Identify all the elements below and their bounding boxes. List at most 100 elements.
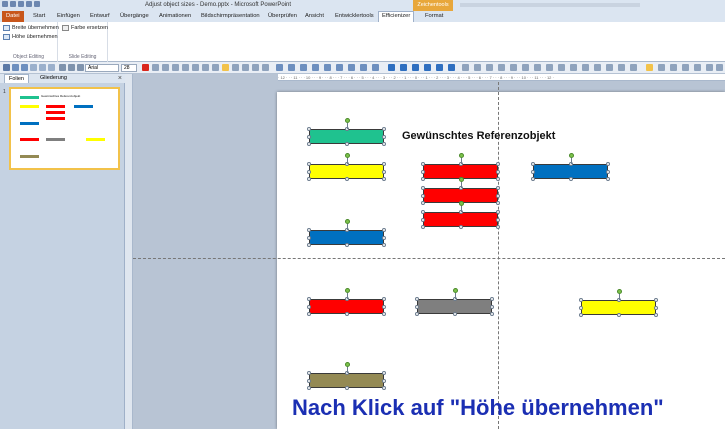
resize-handle[interactable] [531, 177, 535, 181]
more-icon[interactable] [716, 64, 723, 71]
justify-icon[interactable] [252, 64, 259, 71]
tab-review[interactable]: Überprüfen [268, 11, 297, 22]
resize-handle[interactable] [382, 162, 386, 166]
resize-handle[interactable] [421, 210, 425, 214]
resize-handle[interactable] [307, 304, 311, 309]
resize-handle[interactable] [452, 312, 457, 316]
tab-developer[interactable]: Entwicklertools [335, 11, 374, 22]
resize-handle[interactable] [382, 127, 386, 131]
resize-handle[interactable] [344, 386, 349, 390]
resize-handle[interactable] [496, 177, 500, 181]
resize-handle[interactable] [382, 297, 386, 301]
resize-handle[interactable] [344, 243, 349, 247]
resize-handle[interactable] [307, 169, 311, 174]
resize-handle[interactable] [496, 217, 500, 222]
reference-label[interactable]: Gewünschtes Referenzobjekt [402, 130, 555, 142]
resize-handle[interactable] [382, 235, 386, 240]
distribute-icon[interactable] [312, 64, 319, 71]
equation-icon[interactable] [582, 64, 589, 71]
resize-handle[interactable] [344, 142, 349, 146]
font-name-select[interactable]: Arial [85, 64, 119, 72]
resize-handle[interactable] [421, 169, 425, 174]
tab-transitions[interactable]: Übergänge [120, 11, 149, 22]
resize-handle[interactable] [307, 386, 311, 390]
resize-handle[interactable] [606, 162, 610, 166]
zoom-icon[interactable] [694, 64, 701, 71]
arrange-icon[interactable] [276, 64, 283, 71]
highlight-icon[interactable] [646, 64, 653, 71]
fit-icon[interactable] [706, 64, 713, 71]
tab-slides[interactable]: Folien [4, 74, 29, 83]
resize-handle[interactable] [606, 177, 610, 181]
resize-handle[interactable] [421, 162, 425, 166]
resize-handle[interactable] [654, 305, 658, 310]
resize-handle[interactable] [307, 127, 311, 131]
rotation-handle[interactable] [458, 153, 464, 158]
slide-thumbnail[interactable]: Gewünschtes Referenzobjekt [9, 87, 120, 170]
resize-handle[interactable] [382, 142, 386, 146]
new-slide-icon[interactable] [30, 64, 37, 71]
font-color-icon[interactable] [142, 64, 149, 71]
text-icon[interactable] [77, 64, 84, 71]
selection-pane-icon[interactable] [372, 64, 379, 71]
resize-handle[interactable] [307, 162, 311, 166]
subscript-icon[interactable] [192, 64, 199, 71]
guides-icon[interactable] [670, 64, 677, 71]
horizontal-guide[interactable] [133, 258, 725, 259]
resize-handle[interactable] [531, 162, 535, 166]
table-icon[interactable] [630, 64, 637, 71]
resize-handle[interactable] [307, 177, 311, 181]
resize-handle[interactable] [382, 177, 386, 181]
tab-slideshow[interactable]: Bildschirmpräsentation [201, 11, 260, 22]
redo-icon[interactable] [21, 64, 28, 71]
resize-handle[interactable] [496, 225, 500, 229]
resize-handle[interactable] [496, 162, 500, 166]
rotation-handle[interactable] [344, 362, 350, 367]
line-style-icon[interactable] [436, 64, 443, 71]
line-weight-icon[interactable] [448, 64, 455, 71]
align-left-icon[interactable] [222, 64, 229, 71]
rotation-handle[interactable] [344, 118, 350, 123]
shapes-icon[interactable] [59, 64, 66, 71]
resize-handle[interactable] [579, 313, 583, 317]
resize-handle[interactable] [421, 201, 425, 205]
rotation-handle[interactable] [344, 288, 350, 293]
layout-icon[interactable] [39, 64, 46, 71]
shape-effects-icon[interactable] [412, 64, 419, 71]
align-icon[interactable] [300, 64, 307, 71]
align-center-icon[interactable] [232, 64, 239, 71]
resize-handle[interactable] [579, 298, 583, 302]
resize-handle[interactable] [344, 177, 349, 181]
resize-handle[interactable] [382, 243, 386, 247]
clipart-icon[interactable] [606, 64, 613, 71]
bold-icon[interactable] [152, 64, 159, 71]
slide-caption[interactable]: Nach Klick auf "Höhe übernehmen" [292, 395, 664, 421]
grid-icon[interactable] [658, 64, 665, 71]
resize-handle[interactable] [421, 225, 425, 229]
rotate-icon[interactable] [324, 64, 331, 71]
font-size-select[interactable]: 28 [121, 64, 137, 72]
resize-handle[interactable] [307, 142, 311, 146]
resize-handle[interactable] [415, 304, 419, 309]
resize-handle[interactable] [307, 371, 311, 375]
rotation-handle[interactable] [616, 289, 622, 294]
shape-outline-icon[interactable] [400, 64, 407, 71]
strikethrough-icon[interactable] [182, 64, 189, 71]
format-painter-icon[interactable] [68, 64, 75, 71]
print-icon[interactable] [48, 64, 55, 71]
rotation-handle[interactable] [344, 153, 350, 158]
rotation-handle[interactable] [344, 219, 350, 224]
tab-file[interactable]: Datei [2, 11, 24, 22]
resize-handle[interactable] [496, 210, 500, 214]
resize-handle[interactable] [382, 386, 386, 390]
edit-points-icon[interactable] [534, 64, 541, 71]
resize-handle[interactable] [654, 313, 658, 317]
resize-handle[interactable] [307, 243, 311, 247]
resize-handle[interactable] [421, 193, 425, 198]
resize-handle[interactable] [382, 134, 386, 139]
quick-styles-icon[interactable] [424, 64, 431, 71]
resize-handle[interactable] [490, 312, 494, 316]
resize-handle[interactable] [382, 371, 386, 375]
group-icon[interactable] [288, 64, 295, 71]
resize-handle[interactable] [307, 228, 311, 232]
